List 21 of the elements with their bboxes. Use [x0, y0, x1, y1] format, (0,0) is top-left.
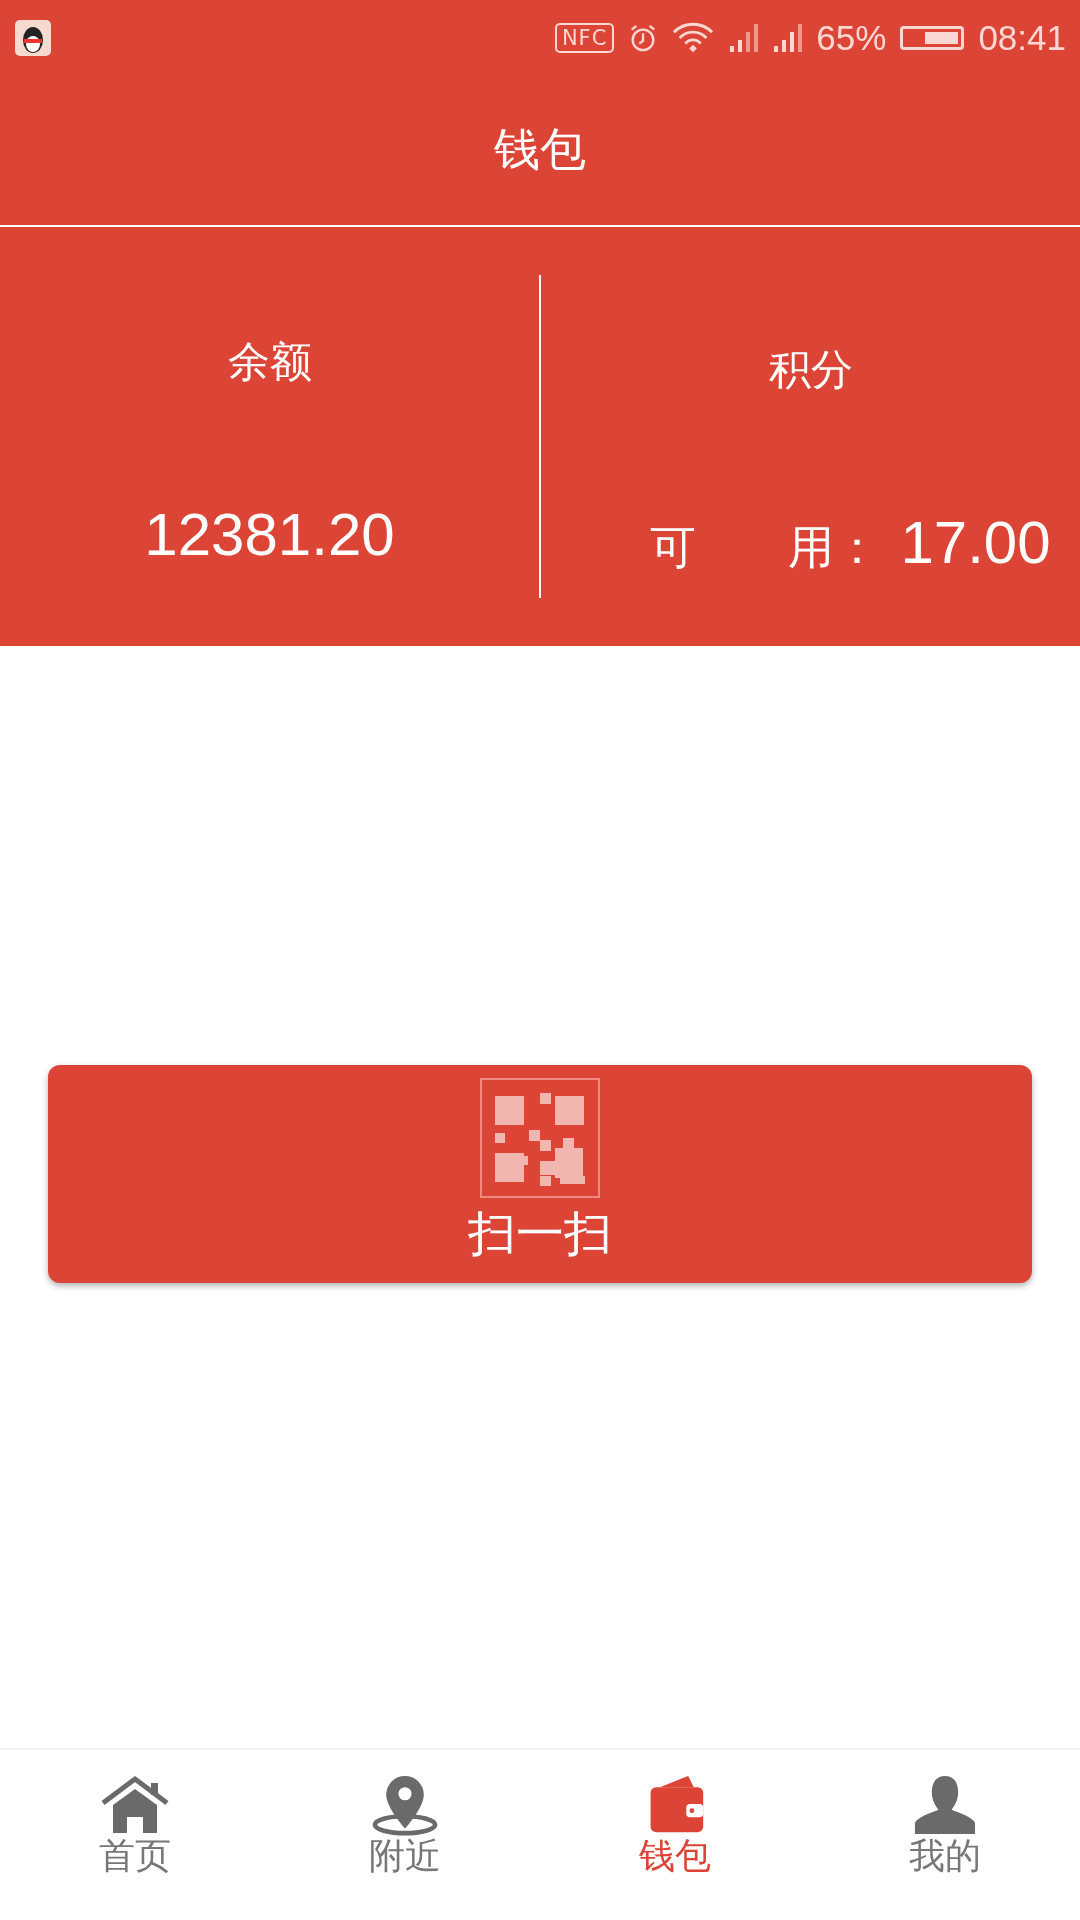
- balance-amount: 12381.20: [144, 500, 395, 569]
- available-label: 可 用：: [650, 519, 881, 576]
- clock: 08:41: [978, 17, 1066, 58]
- nav-tab[interactable]: 首页: [0, 1750, 270, 1920]
- nfc-indicator: NFC: [554, 22, 615, 53]
- nav-tab[interactable]: 钱包: [540, 1750, 810, 1920]
- page-title: 钱包: [494, 121, 586, 178]
- app-notification-icon: [15, 19, 51, 56]
- battery-percent: 65%: [816, 17, 887, 58]
- qr-code-icon: [480, 1078, 600, 1198]
- signal-icon: [728, 21, 759, 54]
- wifi-icon: [672, 21, 715, 54]
- points-amount: 17.00: [900, 508, 1051, 577]
- scan-button[interactable]: 扫一扫: [48, 1065, 1032, 1283]
- nav-tab[interactable]: 我的: [810, 1750, 1080, 1920]
- battery-icon: [900, 25, 965, 50]
- balance-label: 余额: [227, 336, 312, 388]
- nav-tab[interactable]: 附近: [270, 1750, 540, 1920]
- signal-icon: [772, 21, 803, 54]
- points-label: 积分: [768, 344, 853, 396]
- home-icon: [99, 1774, 171, 1836]
